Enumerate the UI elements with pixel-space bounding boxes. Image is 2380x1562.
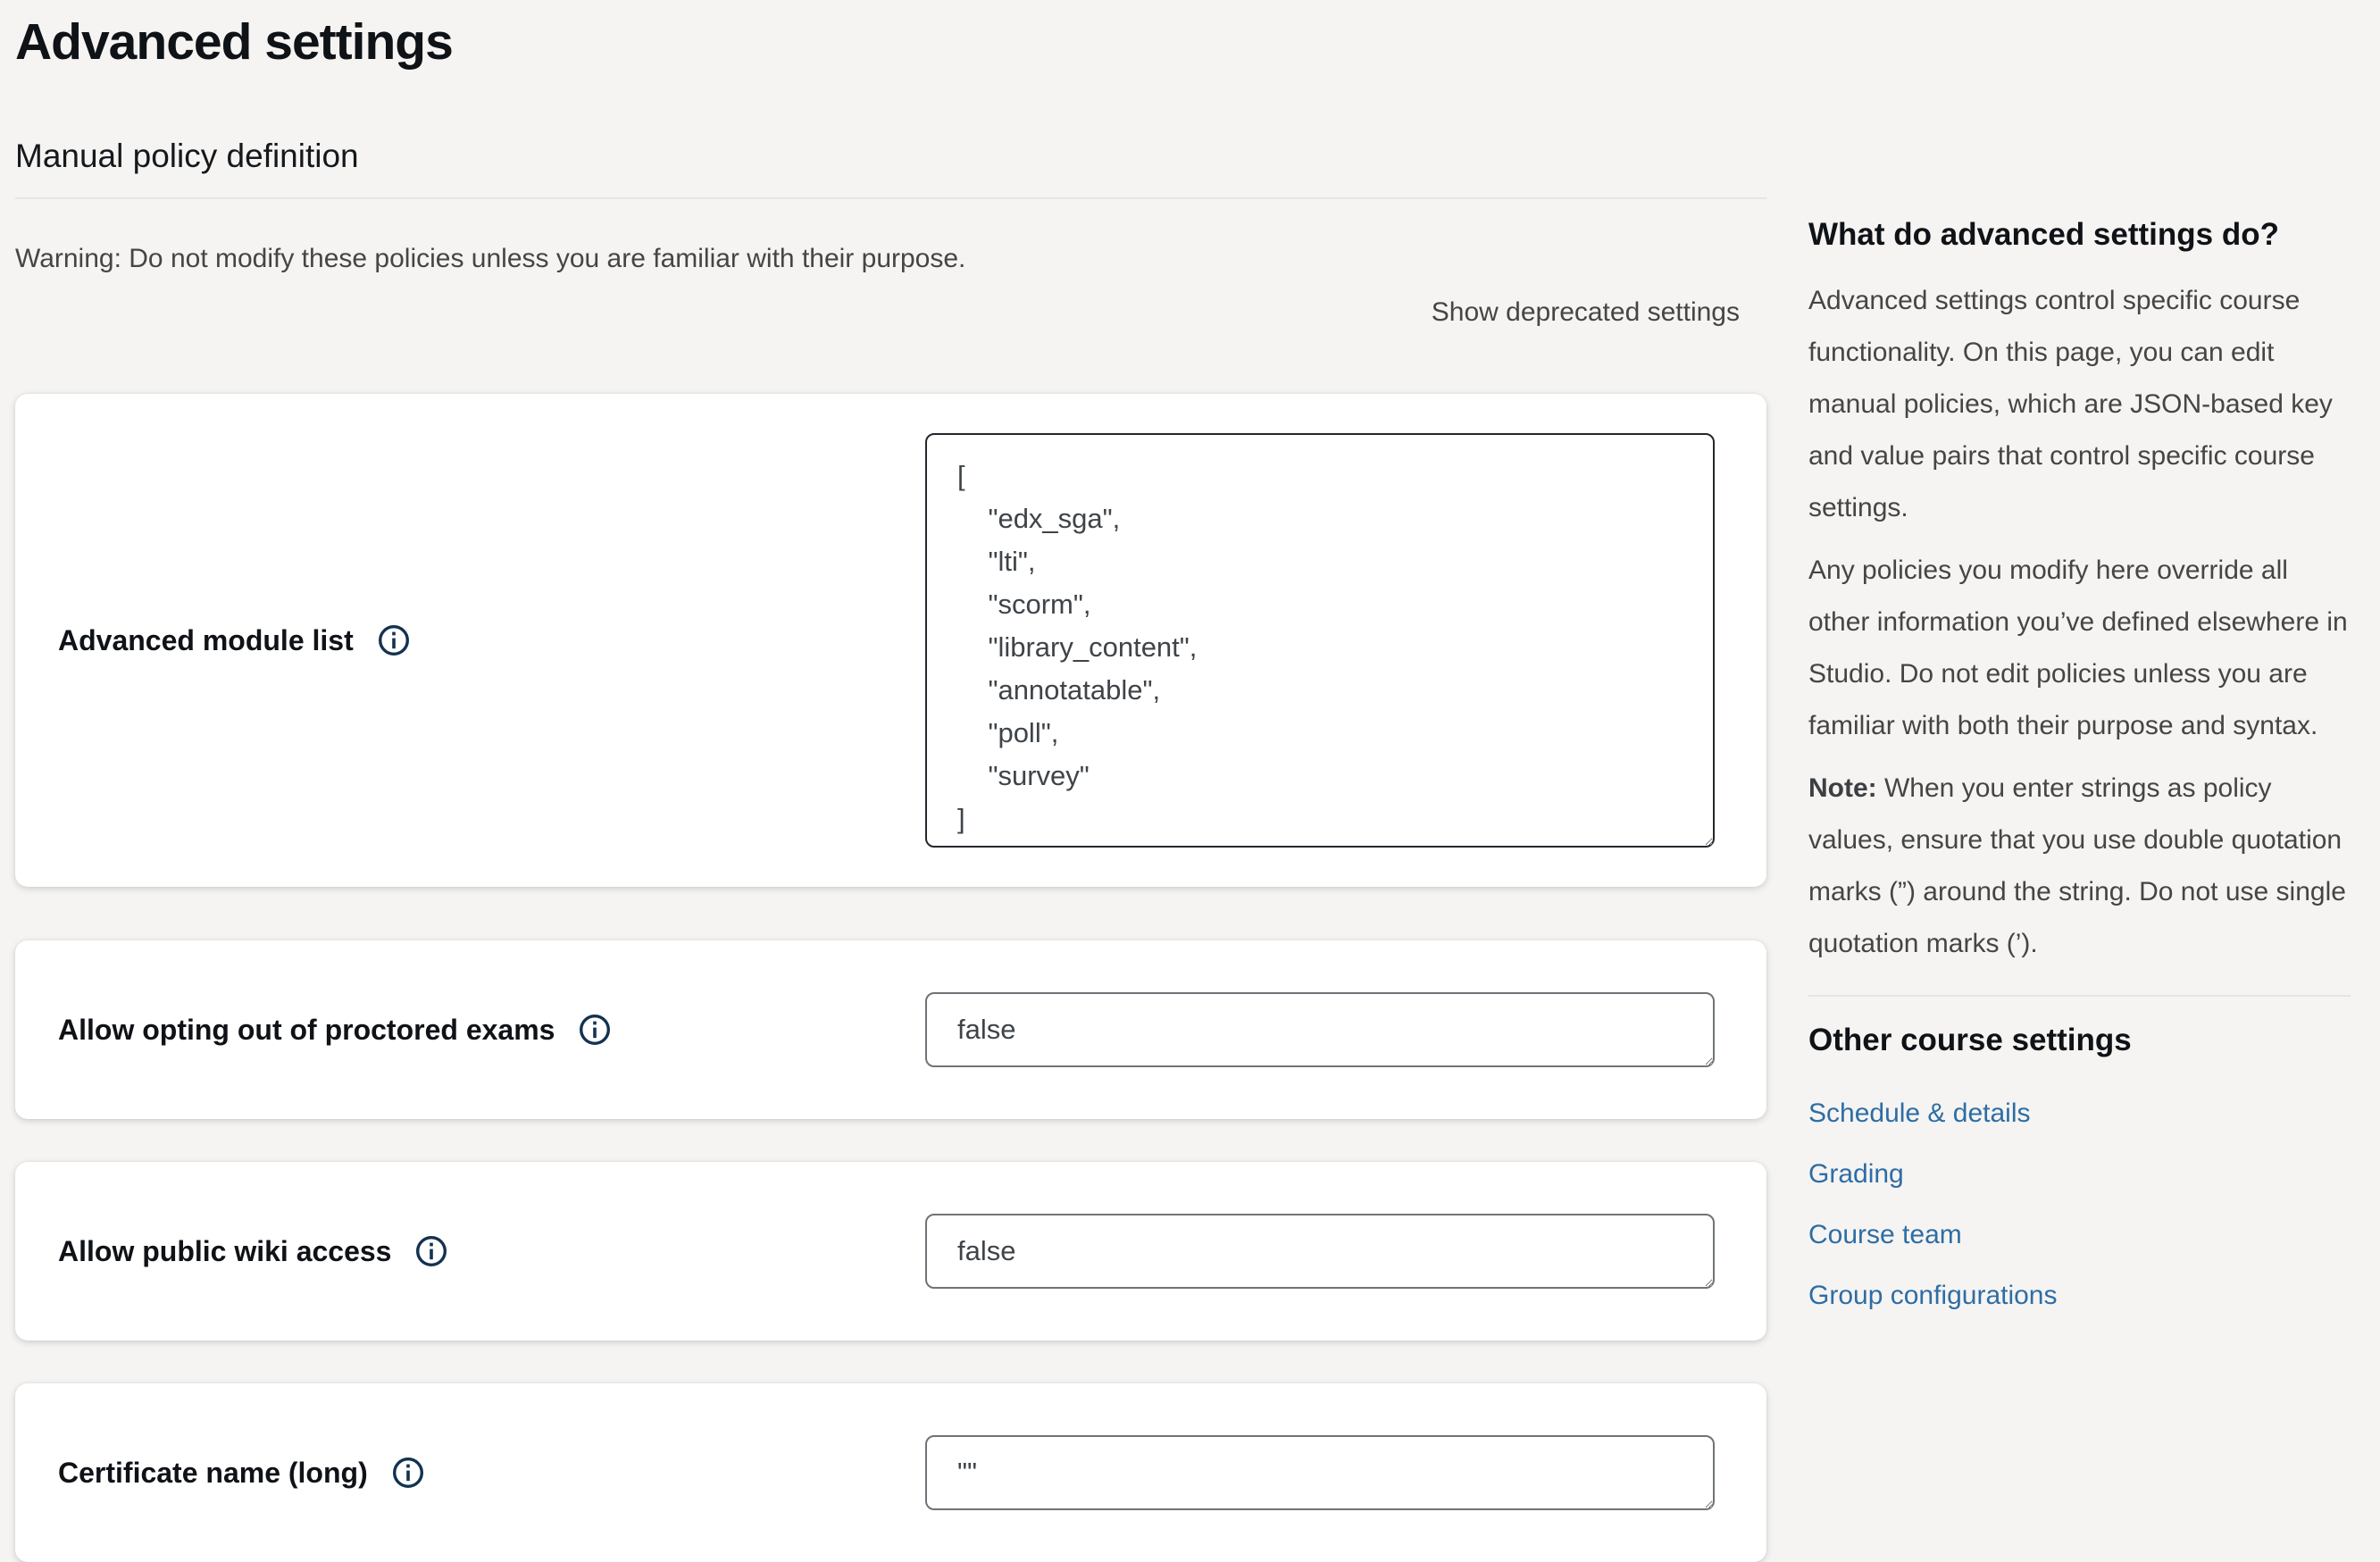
other-course-settings-heading: Other course settings [1808,1020,2351,1061]
schedule-details-link[interactable]: Schedule & details [1808,1098,2031,1128]
info-icon[interactable] [414,1234,448,1268]
setting-card-certificate-name-long: Certificate name (long) "" [15,1383,1766,1562]
setting-label-group: Advanced module list [58,622,925,658]
content-divider [15,197,1766,199]
setting-label: Allow opting out of proctored exams [58,1012,555,1048]
help-paragraph-1: Advanced settings control specific cours… [1808,275,2351,534]
setting-label-group: Allow public wiki access [58,1233,925,1269]
group-configurations-link[interactable]: Group configurations [1808,1281,2058,1310]
sidebar-divider [1808,995,2351,997]
list-item: Course team [1808,1222,2351,1253]
list-item: Schedule & details [1808,1100,2351,1132]
page-title: Advanced settings [15,13,1766,71]
note-text: When you enter strings as policy values,… [1808,773,2346,958]
show-deprecated-settings-button[interactable]: Show deprecated settings [1432,297,1740,328]
setting-label: Allow public wiki access [58,1233,391,1269]
setting-label: Advanced module list [58,622,354,658]
setting-card-advanced-module-list: Advanced module list [ "edx_sga", "lti",… [15,394,1766,887]
info-icon[interactable] [377,623,411,657]
setting-card-allow-opting-out-proctored-exams: Allow opting out of proctored exams fals… [15,940,1766,1119]
list-item: Grading [1808,1161,2351,1192]
setting-label: Certificate name (long) [58,1455,368,1491]
section-heading: Manual policy definition [15,137,1766,175]
list-item: Group configurations [1808,1282,2351,1314]
page-layout: Advanced settings Manual policy definiti… [0,0,2380,1562]
main-content: Advanced settings Manual policy definiti… [15,0,1766,1562]
other-course-settings-links: Schedule & details Grading Course team G… [1808,1100,2351,1314]
help-note-paragraph: Note: When you enter strings as policy v… [1808,763,2351,970]
help-sidebar: What do advanced settings do? Advanced s… [1808,0,2351,1562]
course-team-link[interactable]: Course team [1808,1220,1962,1249]
allow-public-wiki-access-textarea[interactable]: false [925,1214,1715,1289]
certificate-name-long-textarea[interactable]: "" [925,1435,1715,1510]
help-heading: What do advanced settings do? [1808,213,2351,255]
advanced-module-list-textarea[interactable]: [ "edx_sga", "lti", "scorm", "library_co… [925,433,1715,848]
help-paragraph-2: Any policies you modify here override al… [1808,545,2351,752]
note-label: Note: [1808,773,1877,803]
setting-label-group: Allow opting out of proctored exams [58,1012,925,1048]
allow-opting-out-proctored-exams-textarea[interactable]: false [925,992,1715,1067]
deprecated-settings-row: Show deprecated settings [15,297,1740,328]
grading-link[interactable]: Grading [1808,1159,1904,1189]
policy-warning-text: Warning: Do not modify these policies un… [15,242,1766,275]
setting-label-group: Certificate name (long) [58,1455,925,1491]
setting-card-allow-public-wiki-access: Allow public wiki access false [15,1162,1766,1341]
info-icon[interactable] [578,1013,612,1047]
info-icon[interactable] [391,1456,425,1490]
